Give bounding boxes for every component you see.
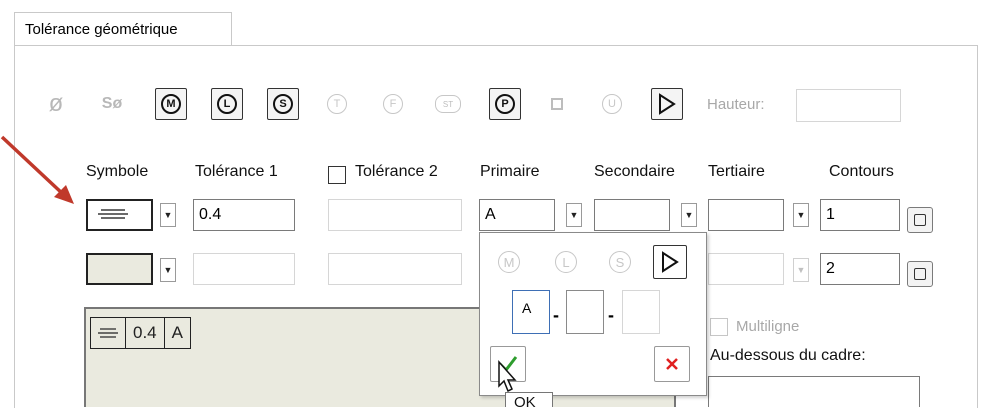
lmc-icon: L [555, 251, 577, 273]
close-icon [666, 358, 678, 370]
frame-symbol-cell [91, 318, 126, 348]
spin-up-icon [914, 214, 926, 226]
tolerance1-input-row1[interactable]: 0.4 [193, 199, 295, 231]
free-state-icon: F [383, 94, 403, 114]
header-tolerance-1: Tolérance 1 [195, 163, 278, 180]
primary-datum-input[interactable]: A [479, 199, 555, 231]
header-tertiary: Tertiaire [708, 163, 765, 180]
tolerance1-input-row2[interactable] [193, 253, 295, 285]
tolerance-2-checkbox[interactable] [328, 166, 346, 184]
statistical-button[interactable]: ST [432, 88, 464, 120]
tolerance2-input-row1[interactable] [328, 199, 462, 231]
triangle-flag-icon [659, 93, 676, 115]
secondary-datum-dropdown[interactable]: ▼ [681, 203, 697, 227]
height-input[interactable] [796, 89, 901, 122]
square-button[interactable] [541, 88, 573, 120]
below-frame-label: Au-dessous du cadre: [710, 347, 866, 364]
tertiary-datum-input-row2[interactable] [708, 253, 784, 285]
popup-cancel-button[interactable] [654, 346, 690, 382]
header-primary: Primaire [480, 163, 540, 180]
triangle-flag-icon [662, 251, 679, 273]
callout-arrow [0, 135, 74, 204]
square-icon [551, 98, 563, 110]
symbol-selector-row1[interactable] [86, 199, 153, 231]
rfs-icon: S [609, 251, 631, 273]
popup-lmc-button[interactable]: L [550, 246, 582, 278]
lmc-button[interactable]: L [211, 88, 243, 120]
diameter-button[interactable]: ø [40, 88, 72, 120]
geometric-tolerance-dialog: Tolérance géométrique ø Sø M L S T F ST … [0, 0, 986, 408]
tertiary-datum-dropdown[interactable]: ▼ [793, 203, 809, 227]
tolerance2-input-row2[interactable] [328, 253, 462, 285]
multiline-checkbox[interactable] [710, 318, 728, 336]
contour-input-row1[interactable]: 1 [820, 199, 900, 231]
mmc-icon: M [498, 251, 520, 273]
below-frame-input[interactable] [708, 376, 920, 407]
projected-zone-icon: P [495, 94, 515, 114]
flag-button[interactable] [651, 88, 683, 120]
lmc-icon: L [217, 94, 237, 114]
unequal-icon: U [602, 94, 622, 114]
tangent-plane-icon: T [327, 94, 347, 114]
rfs-icon: S [273, 94, 293, 114]
diameter-icon: ø [48, 90, 64, 117]
symbol-selector-row2[interactable] [86, 253, 153, 285]
chevron-down-icon: ▼ [684, 210, 694, 220]
chevron-down-icon: ▼ [163, 210, 173, 220]
tertiary-datum-input[interactable] [708, 199, 784, 231]
chevron-down-icon: ▼ [163, 265, 173, 275]
flatness-symbol-icon [98, 209, 128, 219]
header-symbol: Symbole [86, 163, 149, 180]
popup-flag-button[interactable] [653, 245, 687, 279]
mouse-pointer-icon [498, 360, 517, 393]
tertiary-datum-dropdown-row2[interactable]: ▼ [793, 258, 809, 282]
projected-zone-button[interactable]: P [489, 88, 521, 120]
spherical-diameter-icon: Sø [101, 95, 123, 112]
primary-datum-dropdown[interactable]: ▼ [566, 203, 582, 227]
tab-geometric-tolerance[interactable]: Tolérance géométrique [14, 12, 232, 46]
tangent-plane-button[interactable]: T [321, 88, 353, 120]
popup-datum-a-box[interactable]: A [512, 290, 550, 334]
header-tolerance-2: Tolérance 2 [355, 163, 438, 180]
rfs-button[interactable]: S [267, 88, 299, 120]
chevron-down-icon: ▼ [796, 265, 806, 275]
frame-datum-cell: A [171, 323, 183, 342]
free-state-button[interactable]: F [377, 88, 409, 120]
popup-dash-2: - [608, 305, 614, 325]
height-label: Hauteur: [707, 96, 765, 113]
ok-tooltip: OK [505, 392, 553, 407]
frame-tolerance-cell: 0.4 [126, 318, 165, 348]
contour-input-row2[interactable]: 2 [820, 253, 900, 285]
spherical-diameter-button[interactable]: Sø [96, 88, 128, 120]
feature-control-frame: 0.4 A [90, 317, 191, 349]
flatness-symbol-icon [98, 328, 118, 338]
unequal-button[interactable]: U [596, 88, 628, 120]
spin-down-icon [914, 268, 926, 280]
contour-up-button[interactable] [907, 207, 933, 233]
multiline-label: Multiligne [736, 318, 800, 335]
header-contours: Contours [829, 163, 894, 180]
popup-datum-b-box[interactable] [566, 290, 604, 334]
popup-datum-c-box[interactable] [622, 290, 660, 334]
chevron-down-icon: ▼ [569, 210, 579, 220]
popup-dash-1: - [553, 305, 559, 325]
symbol-dropdown-row2[interactable]: ▼ [160, 258, 176, 282]
popup-mmc-button[interactable]: M [493, 246, 525, 278]
header-secondary: Secondaire [594, 163, 675, 180]
mmc-icon: M [161, 94, 181, 114]
symbol-dropdown-row1[interactable]: ▼ [160, 203, 176, 227]
popup-rfs-button[interactable]: S [604, 246, 636, 278]
secondary-datum-input[interactable] [594, 199, 670, 231]
mmc-button[interactable]: M [155, 88, 187, 120]
chevron-down-icon: ▼ [796, 210, 806, 220]
statistical-icon: ST [435, 95, 461, 113]
contour-down-button[interactable] [907, 261, 933, 287]
